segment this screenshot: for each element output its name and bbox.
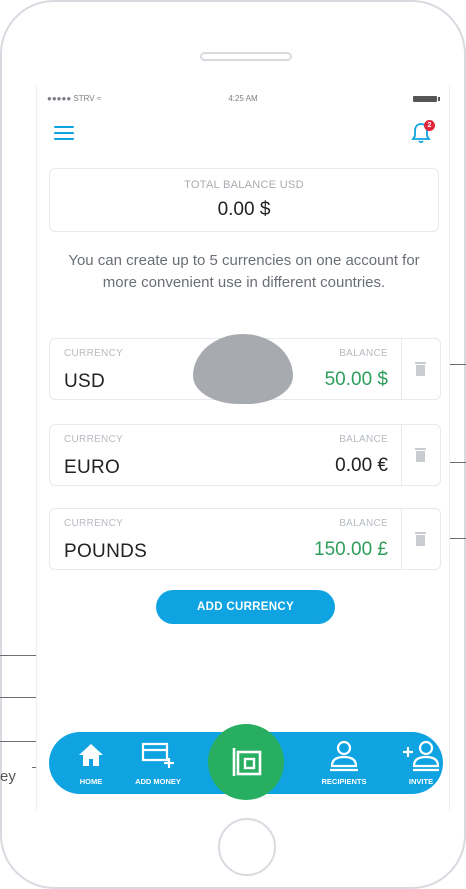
tab-home[interactable]: HOME (73, 740, 109, 788)
total-balance-value: 0.00 $ (217, 199, 271, 220)
wallet-action-button[interactable] (208, 724, 284, 800)
home-icon (79, 744, 103, 766)
currency-name: EURO (64, 457, 121, 478)
currency-card-euro[interactable]: CURRENCY EURO BALANCE 0.00 € (49, 424, 441, 486)
status-bar: ●●●●● STRV ≈ 4:25 AM (37, 86, 449, 106)
hamburger-menu-icon[interactable] (54, 126, 74, 140)
tab-add-money[interactable]: ADD MONEY (131, 740, 185, 788)
delete-currency-button[interactable] (401, 509, 440, 569)
tab-invite[interactable]: INVITE (401, 740, 441, 788)
currency-balance: 50.00 $ (324, 369, 388, 390)
phone-speaker (200, 52, 292, 61)
wallet-icon (232, 748, 262, 776)
balance-label: BALANCE (339, 518, 388, 529)
add-currency-button[interactable]: ADD CURRENCY (156, 590, 335, 624)
recipients-icon (330, 740, 358, 772)
total-balance-card: TOTAL BALANCE USD 0.00 $ (49, 168, 439, 232)
status-time: 4:25 AM (228, 94, 258, 103)
app-screen: ●●●●● STRV ≈ 4:25 AM 2 TOTAL BALANCE USD… (36, 86, 450, 810)
currency-label: CURRENCY (64, 434, 124, 445)
currency-label: CURRENCY (64, 518, 124, 529)
tab-label: INVITE (408, 777, 434, 786)
balance-label: BALANCE (339, 348, 388, 359)
trash-icon (415, 532, 426, 546)
notification-badge: 2 (424, 120, 435, 131)
balance-label: BALANCE (339, 434, 388, 445)
invite-icon (403, 740, 440, 772)
currency-balance: 150.00 £ (314, 539, 388, 560)
currency-balance: 0.00 € (335, 455, 388, 476)
add-money-icon (141, 742, 174, 768)
currency-card-pounds[interactable]: CURRENCY POUNDS BALANCE 150.00 £ (49, 508, 441, 570)
tab-label: ADD MONEY (135, 777, 181, 786)
currency-info-text: You can create up to 5 currencies on one… (68, 252, 420, 291)
total-balance-label: TOTAL BALANCE USD (184, 179, 304, 191)
currency-name: USD (64, 371, 106, 392)
tab-label: RECIPIENTS (321, 777, 367, 786)
phone-home-button (218, 818, 276, 876)
delete-currency-button[interactable] (401, 425, 440, 485)
battery-icon (413, 96, 440, 102)
annotation-text: ey (0, 768, 16, 785)
trash-icon (415, 448, 426, 462)
currency-label: CURRENCY (64, 348, 124, 359)
tab-recipients[interactable]: RECIPIENTS (317, 740, 371, 788)
notification-bell-icon[interactable]: 2 (411, 120, 435, 144)
trash-icon (415, 362, 426, 376)
delete-currency-button[interactable] (401, 339, 440, 399)
currency-name: POUNDS (64, 541, 148, 562)
